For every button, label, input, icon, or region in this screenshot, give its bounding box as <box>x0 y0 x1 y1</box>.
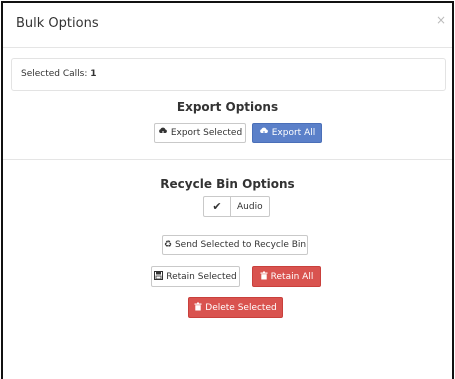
send-to-recycle-bin-label: Send Selected to Recycle Bin <box>174 240 307 250</box>
retain-all-button[interactable]: Retain All <box>252 266 321 287</box>
selected-calls-count: 1 <box>90 69 97 79</box>
trash-icon <box>260 271 268 283</box>
send-to-recycle-bin-button[interactable]: ♻ Send Selected to Recycle Bin <box>162 235 308 255</box>
delete-selected-button[interactable]: Delete Selected <box>188 297 283 318</box>
retain-selected-button[interactable]: Retain Selected <box>151 266 240 287</box>
export-selected-button[interactable]: Export Selected <box>154 123 246 143</box>
check-icon: ✔ <box>212 200 222 213</box>
selected-calls-label: Selected Calls: <box>21 69 88 79</box>
save-icon <box>154 270 164 283</box>
retain-selected-label: Retain Selected <box>166 271 237 282</box>
audio-toggle[interactable]: Audio <box>231 196 270 217</box>
audio-checkbox[interactable]: ✔ <box>203 196 231 217</box>
export-all-button[interactable]: Export All <box>252 123 322 143</box>
modal-header: Bulk Options × <box>3 3 452 48</box>
cloud-download-icon <box>259 127 269 139</box>
close-button[interactable]: × <box>436 14 446 26</box>
cloud-download-icon <box>158 127 168 139</box>
section-divider <box>3 159 452 160</box>
delete-selected-label: Delete Selected <box>205 302 277 313</box>
audio-toggle-group: ✔ Audio <box>203 196 270 217</box>
trash-icon <box>194 302 202 314</box>
export-all-label: Export All <box>271 128 316 138</box>
retain-all-label: Retain All <box>270 271 314 282</box>
export-selected-label: Export Selected <box>170 128 243 138</box>
export-options-title: Export Options <box>176 100 279 114</box>
recycle-icon: ♻ <box>163 239 172 250</box>
modal-title: Bulk Options <box>16 16 99 31</box>
recycle-bin-options-title: Recycle Bin Options <box>160 177 295 191</box>
bulk-options-modal: Bulk Options × Selected Calls: 1 Export … <box>1 1 454 379</box>
selected-calls-panel: Selected Calls: 1 <box>11 58 446 91</box>
